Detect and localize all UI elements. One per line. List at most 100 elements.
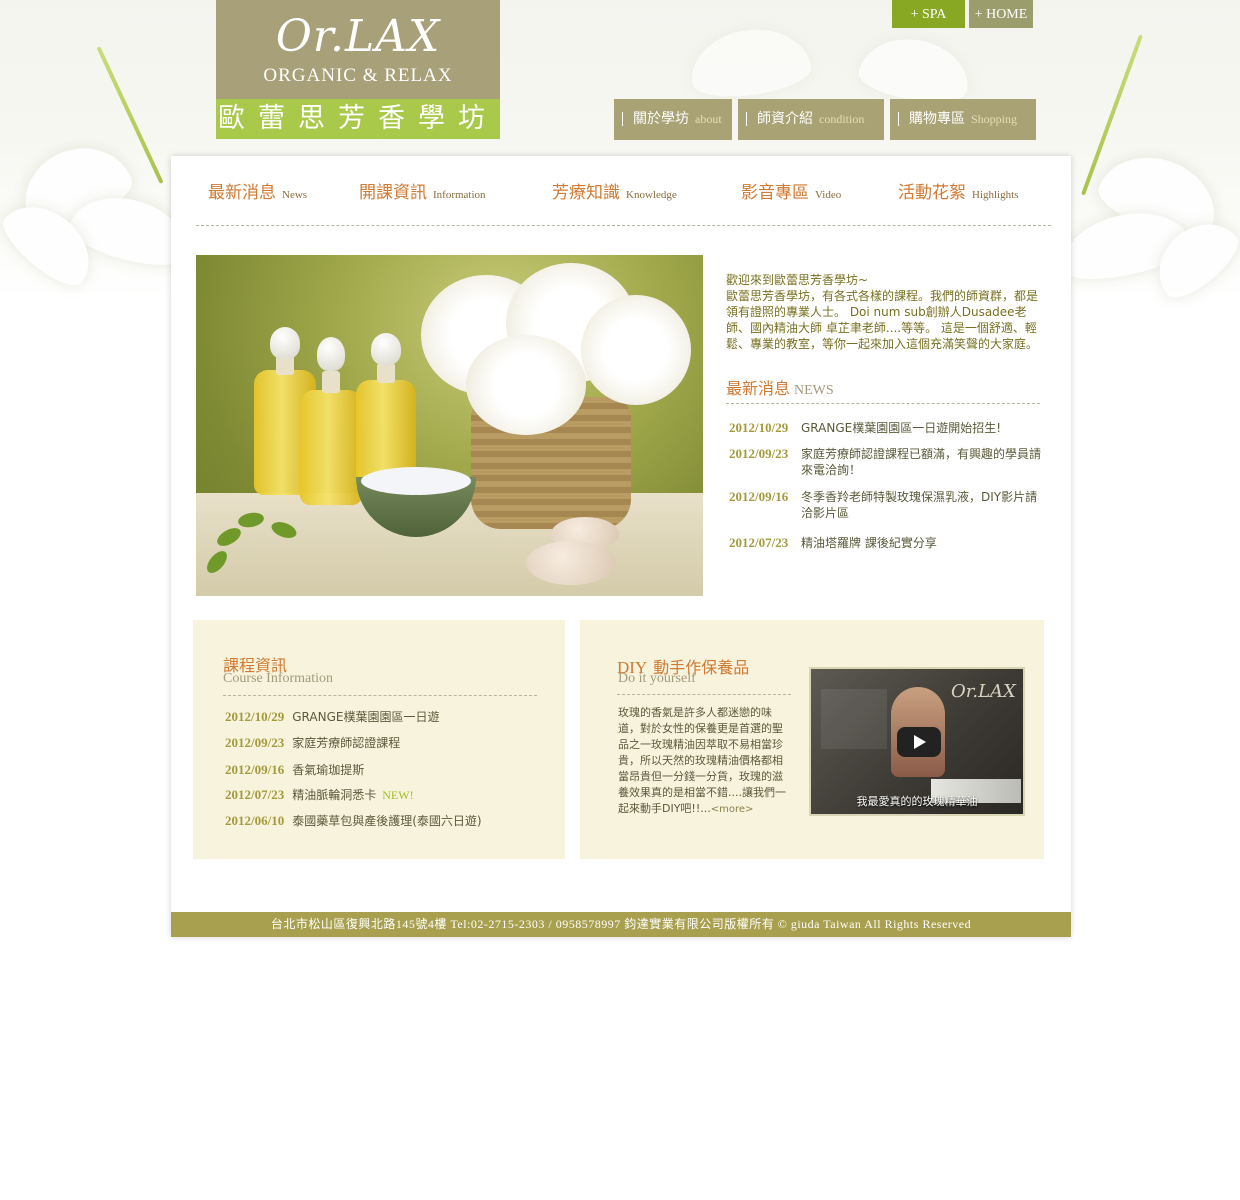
tab-news[interactable]: 最新消息 News — [208, 178, 307, 203]
divider — [617, 694, 791, 695]
news-text: GRANGE樸葉園園區一日遊開始招生! — [801, 421, 1002, 435]
course-item[interactable]: 2012/07/23 精油脈輪洞悉卡 NEW! — [225, 786, 414, 803]
news-text: 家庭芳療師認證課程已額滿，有興趣的學員請來電洽詢！ — [801, 447, 1042, 477]
nav-shopping-label: 購物專區 — [909, 111, 965, 127]
news-item[interactable]: 2012/07/23 精油塔羅牌 課後紀實分享 — [729, 535, 1059, 555]
more-link[interactable]: <more> — [711, 804, 754, 815]
divider — [726, 403, 1040, 404]
intro-text: 歡迎來到歐蕾思芳香學坊~ 歐蕾思芳香學坊，有各式各樣的課程。我們的師資群，都是領… — [726, 272, 1046, 352]
nav-about-en: about — [695, 112, 722, 126]
video-caption: 我最愛真的的玫瑰精華油 — [856, 795, 978, 808]
hero-image — [196, 255, 703, 596]
spa-link[interactable]: + SPA — [892, 0, 965, 28]
tab-highlights-en: Highlights — [972, 189, 1019, 201]
course-text: 精油脈輪洞悉卡 — [292, 788, 377, 802]
tab-knowledge[interactable]: 芳療知識 Knowledge — [552, 178, 677, 203]
tab-knowledge-label: 芳療知識 — [552, 183, 620, 203]
video-thumbnail[interactable]: Or.LAX 我最愛真的的玫瑰精華油 — [809, 667, 1025, 816]
bottle-stopper — [317, 337, 345, 371]
nav-divider — [746, 112, 747, 126]
tab-information-en: Information — [433, 189, 486, 201]
news-title-label: 最新消息 — [726, 379, 791, 398]
play-button[interactable] — [897, 727, 941, 757]
course-text: 家庭芳療師認證課程 — [292, 736, 401, 750]
tab-news-en: News — [282, 189, 308, 201]
bottle-stopper — [270, 327, 300, 359]
tab-video-label: 影音專區 — [741, 183, 809, 203]
spa-stone — [526, 541, 616, 585]
news-item[interactable]: 2012/09/16 冬季香羚老師特製玫瑰保濕乳液，DIY影片請洽影片區 — [729, 489, 1059, 523]
nav-shopping[interactable]: 購物專區 Shopping — [890, 99, 1036, 140]
flower-petal-decoration — [686, 21, 814, 104]
course-title-en: Course Information — [223, 671, 334, 686]
course-date: 2012/06/10 — [225, 813, 285, 828]
news-text: 精油塔羅牌 課後紀實分享 — [801, 536, 937, 550]
flower — [581, 295, 691, 405]
news-date: 2012/07/23 — [729, 535, 789, 550]
new-badge: NEW! — [382, 788, 414, 802]
bottle-neck — [322, 371, 340, 393]
course-date: 2012/07/23 — [225, 787, 285, 802]
news-text: 冬季香羚老師特製玫瑰保濕乳液，DIY影片請洽影片區 — [801, 490, 1038, 520]
diy-body: 玫瑰的香氣是許多人都迷戀的味道，對於女性的保養更是首選的聖品之一玫瑰精油因萃取不… — [618, 706, 786, 815]
nav-teachers[interactable]: 師資介紹 condition — [738, 99, 884, 140]
course-item[interactable]: 2012/06/10 泰國藥草包與產後護理(泰國六日遊) — [225, 812, 482, 829]
news-item[interactable]: 2012/10/29 GRANGE樸葉園園區一日遊開始招生! — [729, 420, 1059, 440]
course-text: 泰國藥草包與產後護理(泰國六日遊) — [292, 814, 482, 828]
footer: 台北市松山區復興北路145號4樓 Tel:02-2715-2303 / 0958… — [171, 912, 1071, 937]
news-item[interactable]: 2012/09/23 家庭芳療師認證課程已額滿，有興趣的學員請來電洽詢！ — [729, 446, 1059, 480]
nav-shopping-en: Shopping — [971, 112, 1018, 126]
tab-news-label: 最新消息 — [208, 183, 276, 203]
diy-panel: DIY 動手作保養品 Do it yourself 玫瑰的香氣是許多人都迷戀的味道… — [580, 620, 1044, 859]
tab-video-en: Video — [815, 189, 842, 201]
home-link[interactable]: + HOME — [969, 0, 1033, 28]
tab-highlights-label: 活動花絮 — [898, 183, 966, 203]
course-panel: 課程資訊 Course Information 2012/10/29 GRANGE… — [193, 620, 565, 859]
logo[interactable]: Or.LAX ORGANIC & RELAX — [216, 0, 500, 99]
divider — [196, 225, 1051, 226]
course-date: 2012/10/29 — [225, 709, 285, 724]
course-item[interactable]: 2012/09/16 香氣瑜珈提斯 — [225, 761, 364, 778]
tab-knowledge-en: Knowledge — [626, 189, 677, 201]
logo-subtitle: ORGANIC & RELAX — [263, 65, 453, 86]
logo-mark: Or.LAX — [275, 11, 441, 62]
news-date: 2012/10/29 — [729, 420, 789, 435]
nav-teachers-en: condition — [819, 112, 865, 126]
tab-information-label: 開課資訊 — [359, 183, 427, 203]
video-watermark: Or.LAX — [951, 681, 1016, 702]
tab-video[interactable]: 影音專區 Video — [741, 178, 841, 203]
news-title-en: NEWS — [794, 383, 834, 398]
news-title: 最新消息 NEWS — [726, 375, 834, 399]
news-date: 2012/09/16 — [729, 489, 789, 504]
nav-divider — [898, 112, 899, 126]
course-date: 2012/09/16 — [225, 762, 285, 777]
bath-salt — [361, 467, 471, 495]
nav-about[interactable]: 關於學坊 about — [614, 99, 732, 140]
course-date: 2012/09/23 — [225, 735, 285, 750]
intro-greeting: 歡迎來到歐蕾思芳香學坊~ — [726, 273, 869, 287]
tab-highlights[interactable]: 活動花絮 Highlights — [898, 178, 1018, 203]
diy-description: 玫瑰的香氣是許多人都迷戀的味道，對於女性的保養更是首選的聖品之一玫瑰精油因萃取不… — [618, 705, 790, 818]
oil-bottle — [300, 390, 362, 505]
intro-body: 歐蕾思芳香學坊，有各式各樣的課程。我們的師資群，都是領有證照的專業人士。 Doi… — [726, 289, 1039, 351]
course-text: GRANGE樸葉園園區一日遊 — [292, 710, 440, 724]
nav-teachers-label: 師資介紹 — [757, 111, 813, 127]
flower — [466, 335, 586, 435]
course-item[interactable]: 2012/10/29 GRANGE樸葉園園區一日遊 — [225, 708, 439, 725]
nav-divider — [622, 112, 623, 126]
flower-petal-decoration — [855, 30, 975, 110]
course-item[interactable]: 2012/09/23 家庭芳療師認證課程 — [225, 734, 400, 751]
main-container: 最新消息 News 開課資訊 Information 芳療知識 Knowledge 影… — [171, 156, 1071, 937]
play-icon — [914, 735, 926, 749]
tab-information[interactable]: 開課資訊 Information — [359, 178, 486, 203]
divider — [223, 695, 537, 696]
school-name: 歐蕾思芳香學坊 — [216, 99, 500, 139]
page: { "brand": { "logo_mark": "Or.LAX", "log… — [0, 0, 1240, 1200]
news-date: 2012/09/23 — [729, 446, 789, 461]
diy-title-en: Do it yourself — [618, 671, 696, 686]
nav-about-label: 關於學坊 — [633, 111, 689, 127]
video-board — [821, 689, 887, 749]
bottle-neck — [377, 363, 395, 383]
course-text: 香氣瑜珈提斯 — [292, 763, 365, 777]
bottle-stopper — [371, 333, 401, 365]
